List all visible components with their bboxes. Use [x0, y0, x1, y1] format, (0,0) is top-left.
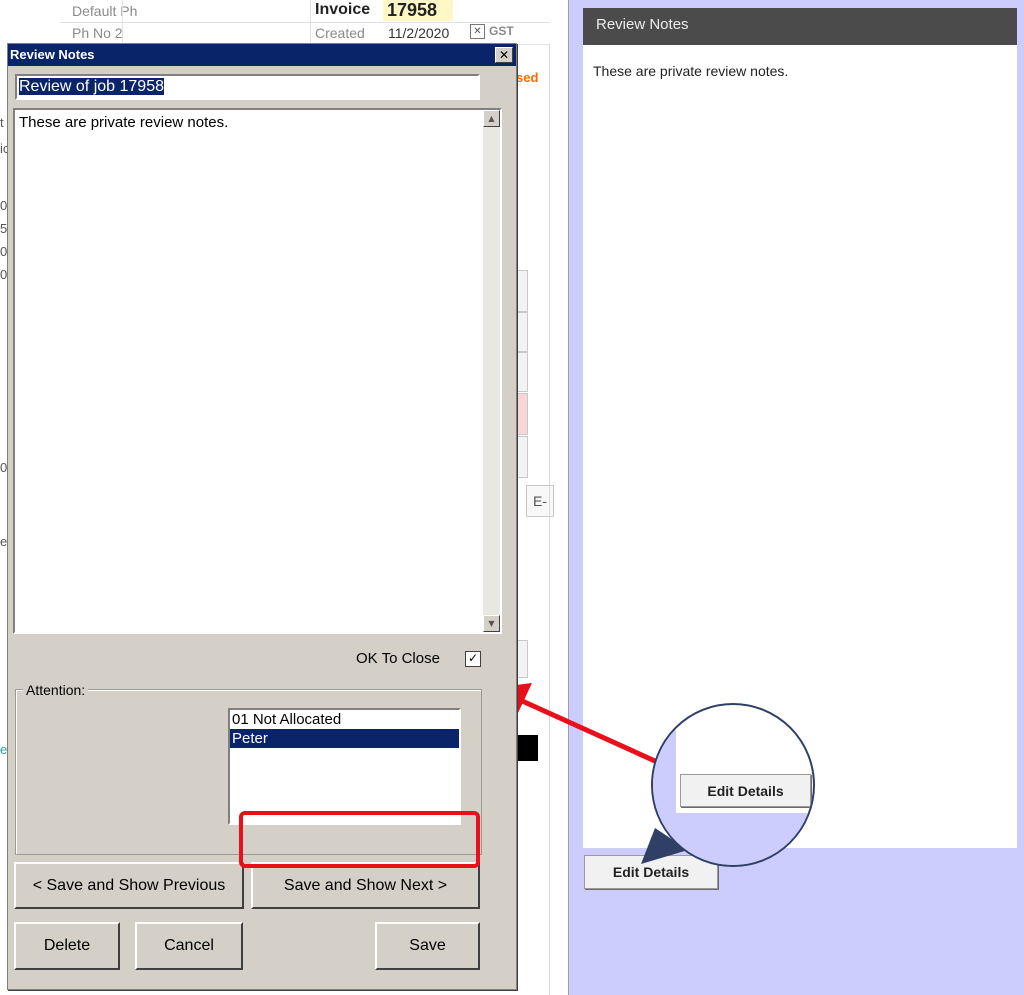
dialog-title: Review Notes: [10, 47, 95, 62]
magnified-edit-details-button: Edit Details: [680, 774, 811, 807]
attention-label: Attention:: [23, 682, 89, 698]
panel-notes-text: These are private review notes.: [593, 63, 789, 79]
magnifier-callout: Edit Details: [651, 703, 815, 867]
close-icon[interactable]: ✕: [495, 47, 513, 63]
ok-to-close-checkbox[interactable]: ✓: [465, 651, 481, 667]
notes-text: These are private review notes.: [19, 114, 229, 131]
ph-no-2-label: Ph No 2: [72, 25, 123, 41]
color-swatch: [516, 735, 538, 761]
save-show-previous-button[interactable]: < Save and Show Previous: [14, 862, 244, 909]
invoice-number[interactable]: 17958: [383, 0, 453, 21]
panel-header: Review Notes: [583, 8, 1017, 45]
delete-button[interactable]: Delete: [14, 922, 120, 970]
invoice-label: Invoice: [315, 1, 371, 18]
gst-checkbox[interactable]: ✕: [470, 24, 485, 39]
notes-textarea[interactable]: These are private review notes. ▲ ▼: [13, 108, 502, 634]
attention-option-peter[interactable]: Peter: [230, 729, 459, 748]
used-status-fragment: sed: [516, 70, 539, 85]
subject-selected-text: Review of job 17958: [19, 78, 164, 95]
subject-field[interactable]: Review of job 17958: [15, 74, 480, 100]
default-ph-row: Default Ph: [60, 0, 550, 23]
ok-to-close-label: OK To Close: [356, 650, 440, 667]
default-ph-label: Default Ph: [72, 3, 138, 19]
attention-option-not-allocated[interactable]: 01 Not Allocated: [230, 710, 459, 729]
bg-text-fragment: t: [0, 115, 4, 130]
review-notes-dialog: Review Notes ✕ Review of job 17958 These…: [7, 43, 517, 990]
panel-notes-body: These are private review notes.: [583, 45, 1017, 848]
scroll-up-icon[interactable]: ▲: [483, 110, 500, 127]
panel-title: Review Notes: [596, 16, 689, 33]
scroll-down-icon[interactable]: ▼: [483, 615, 500, 632]
created-date: 11/2/2020: [388, 25, 450, 41]
gst-label: GST: [489, 24, 514, 38]
save-show-next-button[interactable]: Save and Show Next >: [251, 862, 480, 909]
notes-scrollbar[interactable]: ▲ ▼: [483, 110, 500, 632]
cancel-button[interactable]: Cancel: [135, 922, 243, 970]
attention-listbox[interactable]: 01 Not Allocated Peter: [228, 708, 461, 825]
dialog-titlebar[interactable]: Review Notes ✕: [8, 44, 516, 66]
created-label: Created: [315, 25, 365, 41]
save-button[interactable]: Save: [375, 922, 480, 970]
